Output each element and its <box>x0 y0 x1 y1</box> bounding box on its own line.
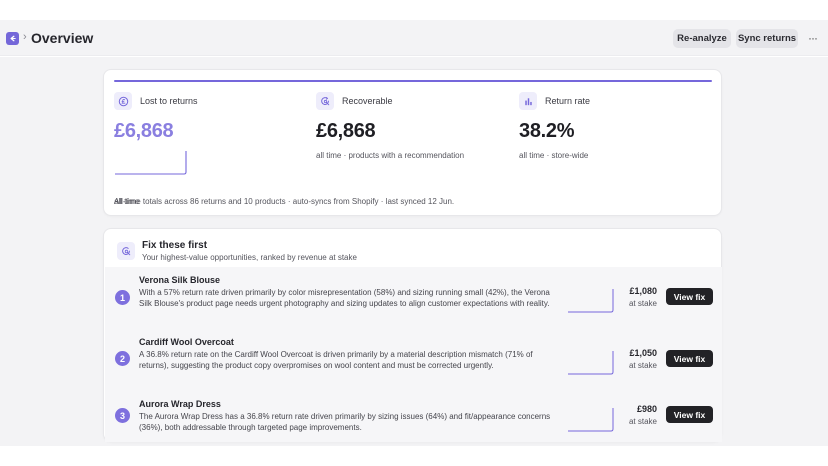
rank-badge: 1 <box>115 290 130 305</box>
metric-return-rate: Return rate 38.2% all time · store-wide <box>519 92 709 160</box>
product-name: Verona Silk Blouse <box>139 275 221 285</box>
amount-at-stake: £980 <box>636 404 657 414</box>
re-analyze-button[interactable]: Re-analyze <box>673 29 731 48</box>
target-icon <box>117 242 135 260</box>
sync-returns-button[interactable]: Sync returns <box>736 29 798 48</box>
at-stake-label: at stake <box>628 361 657 370</box>
at-stake-label: at stake <box>628 299 657 308</box>
page-title: Overview <box>31 30 94 46</box>
sparkline <box>568 289 614 313</box>
view-fix-button[interactable]: View fix <box>666 288 713 305</box>
product-name: Aurora Wrap Dress <box>139 399 221 409</box>
at-stake-label: at stake <box>628 417 657 426</box>
pound-coin-icon <box>114 92 132 110</box>
recover-search-icon <box>316 92 334 110</box>
product-description: A 36.8% return rate on the Cardiff Wool … <box>139 350 533 370</box>
product-name: Cardiff Wool Overcoat <box>139 337 234 347</box>
amount-at-stake: £1,080 <box>629 286 657 296</box>
back-button[interactable] <box>6 32 19 45</box>
product-description: With a 57% return rate driven primarily … <box>139 288 550 308</box>
more-options-icon[interactable]: ··· <box>808 32 818 44</box>
product-description: The Aurora Wrap Dress has a 36.8% return… <box>139 412 551 432</box>
top-strip <box>0 0 828 20</box>
summary-footer: All-time totals across 86 returns and 10… <box>114 197 455 206</box>
view-fix-button[interactable]: View fix <box>666 406 713 423</box>
list-item: 2 Cardiff Wool Overcoat A 36.8% return r… <box>105 337 722 382</box>
bottom-strip <box>0 446 828 466</box>
metric-recoverable: Recoverable £6,868 all time · products w… <box>316 92 516 160</box>
summary-card: Lost to returns £6,868 all time Recovera… <box>103 69 722 216</box>
accent-bar <box>114 80 712 82</box>
list-item: 3 Aurora Wrap Dress The Aurora Wrap Dres… <box>105 399 722 439</box>
fix-section-title: Fix these first <box>142 240 208 251</box>
rank-badge: 2 <box>115 351 130 366</box>
breadcrumb-separator: › <box>23 31 27 43</box>
view-fix-button[interactable]: View fix <box>666 350 713 367</box>
metric-label: Recoverable <box>342 96 393 106</box>
metric-value: £6,868 <box>114 120 174 142</box>
metric-subtext: all time · products with a recommendatio… <box>316 151 465 160</box>
list-item: 1 Verona Silk Blouse With a 57% return r… <box>105 275 722 327</box>
sparkline <box>568 408 614 432</box>
fix-list: 1 Verona Silk Blouse With a 57% return r… <box>105 267 722 442</box>
bar-chart-icon <box>519 92 537 110</box>
metric-subtext: all time · store-wide <box>519 151 589 160</box>
amount-at-stake: £1,050 <box>629 348 657 358</box>
metric-label: Lost to returns <box>140 96 198 106</box>
sparkline <box>115 151 187 175</box>
fix-section-subtitle: Your highest-value opportunities, ranked… <box>142 253 357 262</box>
rank-badge: 3 <box>115 408 130 423</box>
sparkline <box>568 351 614 375</box>
page-header: › Overview Re-analyze Sync returns ··· <box>0 20 828 56</box>
metric-value: 38.2% <box>519 120 575 142</box>
metric-value: £6,868 <box>316 120 376 142</box>
metric-lost-to-returns: Lost to returns £6,868 all time <box>114 92 304 206</box>
back-arrow-icon <box>10 35 16 42</box>
fix-these-first-card: Fix these first Your highest-value oppor… <box>103 228 722 442</box>
metric-label: Return rate <box>545 96 591 106</box>
